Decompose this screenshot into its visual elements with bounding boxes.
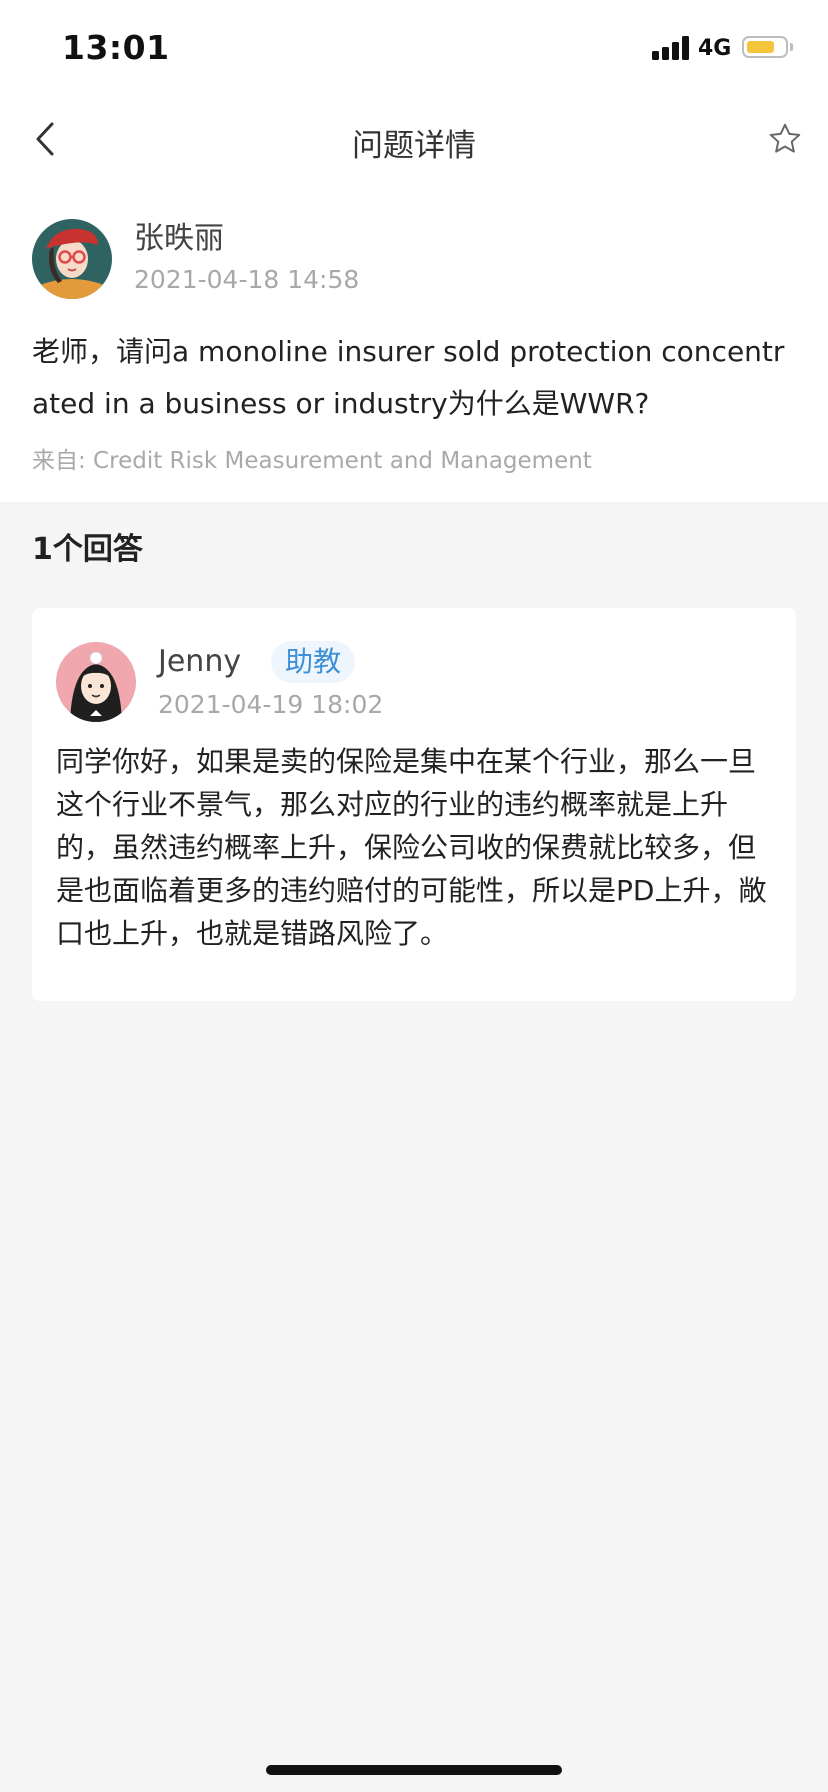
author-name: 张昳丽 <box>134 221 224 256</box>
role-badge: 助教 <box>271 641 356 683</box>
avatar-illustration <box>32 219 112 299</box>
status-bar: 13:01 4G <box>0 0 828 96</box>
question-source[interactable]: 来自: Credit Risk Measurement and Manageme… <box>32 444 796 478</box>
battery-level <box>747 41 774 53</box>
avatar[interactable] <box>32 219 112 299</box>
answer-author: Jenny 助教 2021-04-19 18:02 <box>56 640 772 724</box>
home-indicator[interactable] <box>266 1765 562 1775</box>
avatar-illustration <box>56 642 136 722</box>
page-title: 问题详情 <box>352 128 476 164</box>
question-author: 张昳丽 2021-04-18 14:58 <box>32 216 796 302</box>
answerer-name: Jenny <box>158 644 242 679</box>
signal-icon <box>652 36 690 60</box>
answers-count-header: 1个回答 <box>32 532 143 567</box>
status-time: 13:01 <box>62 28 170 67</box>
answerer-name-row: Jenny 助教 <box>158 641 383 683</box>
answer-time: 2021-04-19 18:02 <box>158 690 384 719</box>
star-outline-icon <box>769 123 801 153</box>
question-section: 张昳丽 2021-04-18 14:58 老师，请问a monoline ins… <box>0 186 828 502</box>
answer-text: 同学你好，如果是卖的保险是集中在某个行业，那么一旦这个行业不景气，那么对应的行业… <box>56 745 767 950</box>
favorite-button[interactable] <box>760 114 810 164</box>
question-text: 老师，请问a monoline insurer sold protection … <box>32 335 785 420</box>
nav-bar: 问题详情 <box>0 96 828 186</box>
battery-icon <box>742 36 788 58</box>
question-author-meta: 张昳丽 2021-04-18 14:58 <box>134 220 359 298</box>
question-time: 2021-04-18 14:58 <box>134 265 360 294</box>
top-panel: 13:01 4G 问题详情 张昳丽 2021-04-18 14:58 老师，请问… <box>0 0 828 502</box>
battery-cap <box>790 43 793 51</box>
answer-card: Jenny 助教 2021-04-19 18:02 同学你好，如果是卖的保险是集… <box>32 608 796 1001</box>
answerer-meta: Jenny 助教 2021-04-19 18:02 <box>158 641 383 723</box>
network-label: 4G <box>698 36 732 61</box>
avatar[interactable] <box>56 642 136 722</box>
